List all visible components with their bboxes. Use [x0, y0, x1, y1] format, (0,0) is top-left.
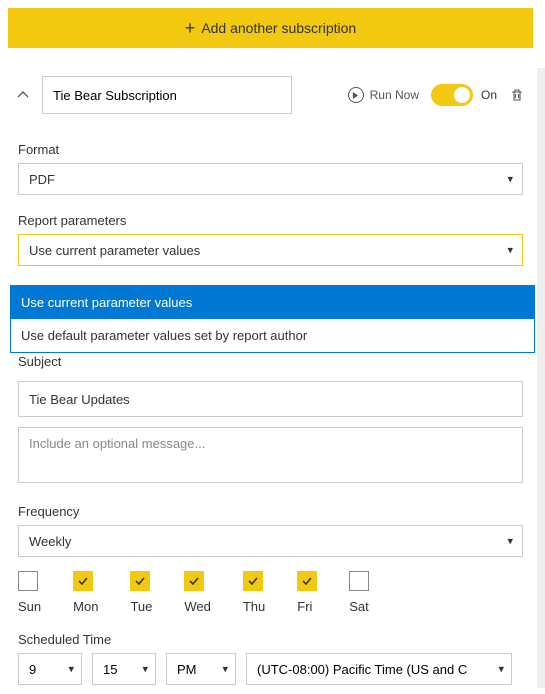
- day-label: Mon: [73, 599, 98, 614]
- day-label: Sat: [349, 599, 369, 614]
- toggle-label: On: [481, 88, 497, 102]
- scrollbar[interactable]: [537, 68, 545, 688]
- day-check-mon[interactable]: [73, 571, 93, 591]
- day-sat: Sat: [349, 571, 369, 614]
- day-label: Thu: [243, 599, 265, 614]
- day-tue: Tue: [130, 571, 152, 614]
- play-icon: [348, 87, 364, 103]
- report-parameters-label: Report parameters: [18, 213, 523, 228]
- trash-icon[interactable]: [509, 87, 525, 103]
- day-wed: Wed: [184, 571, 211, 614]
- subscription-form: Format PDF Report parameters Use current…: [8, 114, 533, 685]
- subject-label: Subject: [18, 354, 523, 369]
- day-check-wed[interactable]: [184, 571, 204, 591]
- subject-input[interactable]: [18, 381, 523, 417]
- scheduled-time-row: 9 15 PM (UTC-08:00) Pacific Time (US and…: [18, 653, 523, 685]
- plus-icon: +: [185, 19, 196, 37]
- format-select[interactable]: PDF: [18, 163, 523, 195]
- timezone-select[interactable]: (UTC-08:00) Pacific Time (US and C: [246, 653, 512, 685]
- dropdown-option[interactable]: Use current parameter values: [11, 286, 534, 319]
- minute-select[interactable]: 15: [92, 653, 156, 685]
- frequency-label: Frequency: [18, 504, 523, 519]
- format-label: Format: [18, 142, 523, 157]
- subscription-header: Run Now On: [8, 76, 533, 114]
- day-sun: Sun: [18, 571, 41, 614]
- day-check-fri[interactable]: [297, 571, 317, 591]
- hour-select[interactable]: 9: [18, 653, 82, 685]
- ampm-select[interactable]: PM: [166, 653, 236, 685]
- report-parameters-select[interactable]: Use current parameter values: [18, 234, 523, 266]
- day-selector: Sun Mon Tue Wed Thu: [18, 571, 523, 614]
- day-thu: Thu: [243, 571, 265, 614]
- day-fri: Fri: [297, 571, 317, 614]
- day-label: Wed: [184, 599, 211, 614]
- message-textarea[interactable]: [18, 427, 523, 483]
- day-mon: Mon: [73, 571, 98, 614]
- day-label: Sun: [18, 599, 41, 614]
- report-parameters-dropdown: Use current parameter values Use default…: [10, 285, 535, 353]
- frequency-select[interactable]: Weekly: [18, 525, 523, 557]
- add-subscription-button[interactable]: + Add another subscription: [8, 8, 533, 48]
- subscription-card: Run Now On Format PDF Report parameters …: [8, 76, 533, 685]
- day-check-thu[interactable]: [243, 571, 263, 591]
- add-subscription-label: Add another subscription: [201, 20, 356, 36]
- subscription-name-input[interactable]: [42, 76, 292, 114]
- run-now-button[interactable]: Run Now: [348, 87, 419, 103]
- day-label: Tue: [130, 599, 152, 614]
- on-off-toggle[interactable]: [431, 84, 473, 106]
- dropdown-option[interactable]: Use default parameter values set by repo…: [11, 319, 534, 352]
- day-check-tue[interactable]: [130, 571, 150, 591]
- run-now-label: Run Now: [370, 88, 419, 102]
- day-check-sat[interactable]: [349, 571, 369, 591]
- chevron-up-icon[interactable]: [16, 88, 30, 102]
- scheduled-time-label: Scheduled Time: [18, 632, 523, 647]
- day-check-sun[interactable]: [18, 571, 38, 591]
- day-label: Fri: [297, 599, 312, 614]
